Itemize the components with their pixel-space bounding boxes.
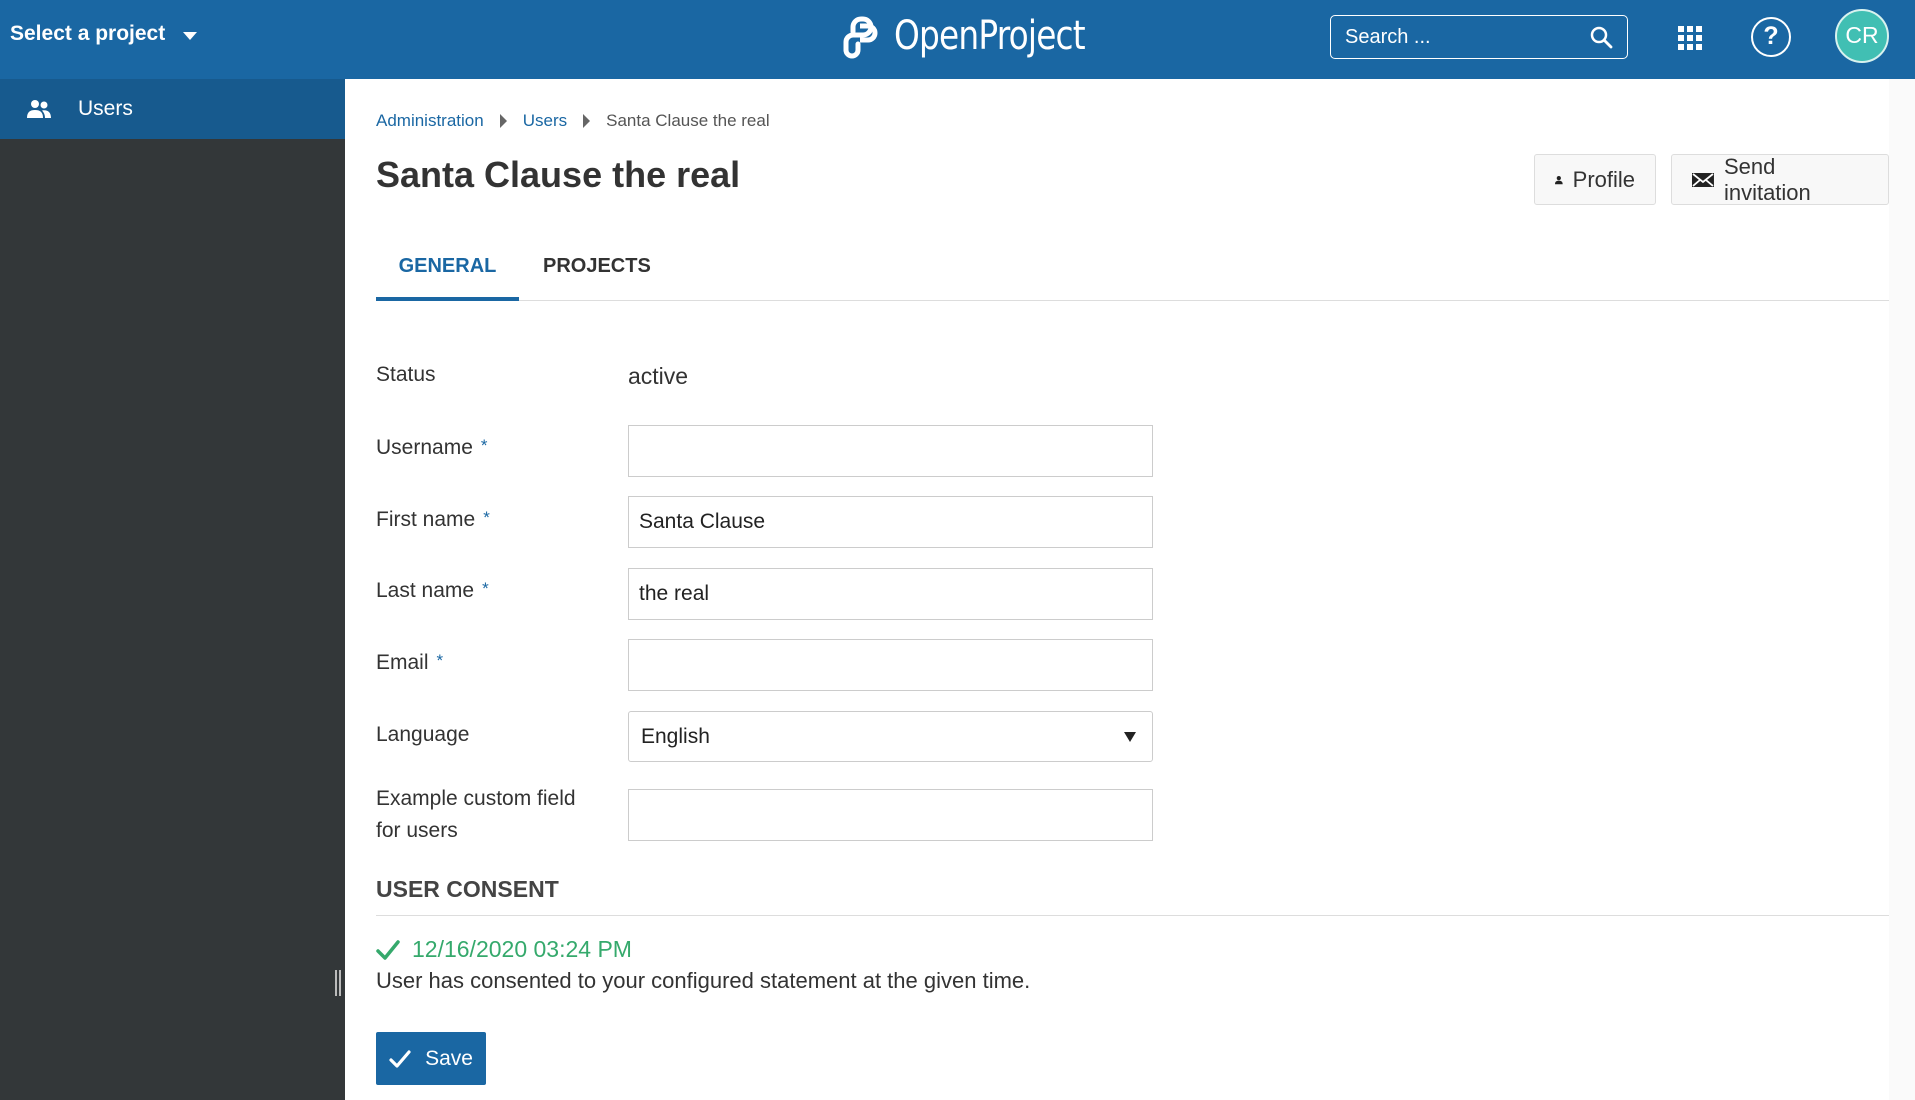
envelope-icon (1692, 172, 1714, 187)
last-name-label-text: Last name (376, 579, 475, 602)
username-label: Username * (376, 436, 488, 460)
logo-icon (843, 16, 878, 59)
sidebar-resize-handle[interactable] (335, 970, 341, 996)
sidebar-item-users[interactable]: Users (0, 79, 345, 139)
language-label-text: Language (376, 723, 470, 746)
project-select-dropdown[interactable]: Select a project (10, 22, 198, 46)
search-placeholder: Search ... (1345, 25, 1431, 48)
first-name-label-text: First name (376, 508, 476, 531)
modules-grid-icon[interactable] (1678, 26, 1702, 50)
custom-field-label-line1: Example custom field (376, 787, 576, 810)
search-input[interactable]: Search ... (1330, 15, 1628, 59)
tab-general[interactable]: GENERAL (376, 255, 519, 301)
top-header: Select a project OpenProject Search ... … (0, 0, 1915, 79)
dropdown-arrow-icon (1124, 731, 1136, 742)
users-icon (27, 100, 51, 118)
profile-button[interactable]: Profile (1534, 154, 1656, 205)
language-select-value: English (641, 724, 710, 748)
first-name-field[interactable] (628, 496, 1153, 548)
username-field[interactable] (628, 425, 1153, 477)
first-name-label: First name * (376, 508, 490, 532)
sidebar: Users (0, 79, 345, 1100)
send-invitation-label: Send invitation (1723, 153, 1811, 205)
last-name-label: Last name * (376, 579, 489, 603)
status-label-text: Status (376, 363, 436, 386)
openproject-logo[interactable]: OpenProject (838, 12, 1127, 60)
required-marker: * (436, 651, 444, 670)
tab-projects[interactable]: PROJECTS (543, 255, 651, 301)
username-label-text: Username (376, 436, 473, 459)
email-label: Email * (376, 651, 443, 675)
caret-down-icon (183, 31, 198, 40)
user-avatar[interactable]: CR (1835, 9, 1889, 63)
profile-button-label: Profile (1572, 166, 1635, 192)
consent-date: 12/16/2020 03:24 PM (376, 936, 632, 963)
custom-field-label: Example custom field for users (376, 783, 576, 847)
required-marker: * (483, 508, 490, 527)
breadcrumb-separator-icon (583, 114, 591, 128)
consent-date-text: 12/16/2020 03:24 PM (412, 936, 632, 962)
checkmark-icon (389, 1049, 411, 1068)
breadcrumb-separator-icon (499, 114, 507, 128)
section-divider (376, 915, 1889, 916)
tab-bar: GENERAL PROJECTS (376, 255, 1889, 301)
search-icon[interactable] (1589, 25, 1613, 49)
breadcrumb-users[interactable]: Users (523, 111, 567, 131)
status-value: active (628, 363, 689, 389)
email-label-text: Email (376, 651, 429, 674)
email-field[interactable] (628, 639, 1153, 691)
save-button-label: Save (425, 1046, 473, 1070)
send-invitation-button[interactable]: Send invitation (1671, 154, 1889, 205)
breadcrumb-current: Santa Clause the real (606, 111, 770, 130)
last-name-field[interactable] (628, 568, 1153, 620)
required-marker: * (482, 579, 489, 598)
user-icon (1555, 175, 1563, 184)
language-label: Language (376, 723, 469, 747)
consent-description: User has consented to your configured st… (376, 968, 1031, 993)
page-title: Santa Clause the real (376, 154, 741, 195)
checkmark-icon (376, 939, 400, 960)
required-marker: * (480, 436, 488, 455)
user-consent-heading: USER CONSENT (376, 876, 559, 902)
status-label: Status (376, 363, 436, 387)
project-select-label: Select a project (10, 22, 166, 45)
scrollbar-track[interactable] (1889, 79, 1915, 1100)
language-select[interactable]: English (628, 711, 1153, 762)
save-button[interactable]: Save (376, 1032, 486, 1085)
custom-field-label-line2: for users (376, 819, 458, 842)
help-icon[interactable]: ? (1751, 17, 1791, 57)
breadcrumb-administration[interactable]: Administration (376, 111, 484, 131)
logo-text: OpenProject (894, 13, 1086, 59)
breadcrumb: Administration Users Santa Clause the re… (376, 111, 770, 131)
sidebar-item-label: Users (78, 97, 133, 120)
custom-field-input[interactable] (628, 789, 1153, 841)
